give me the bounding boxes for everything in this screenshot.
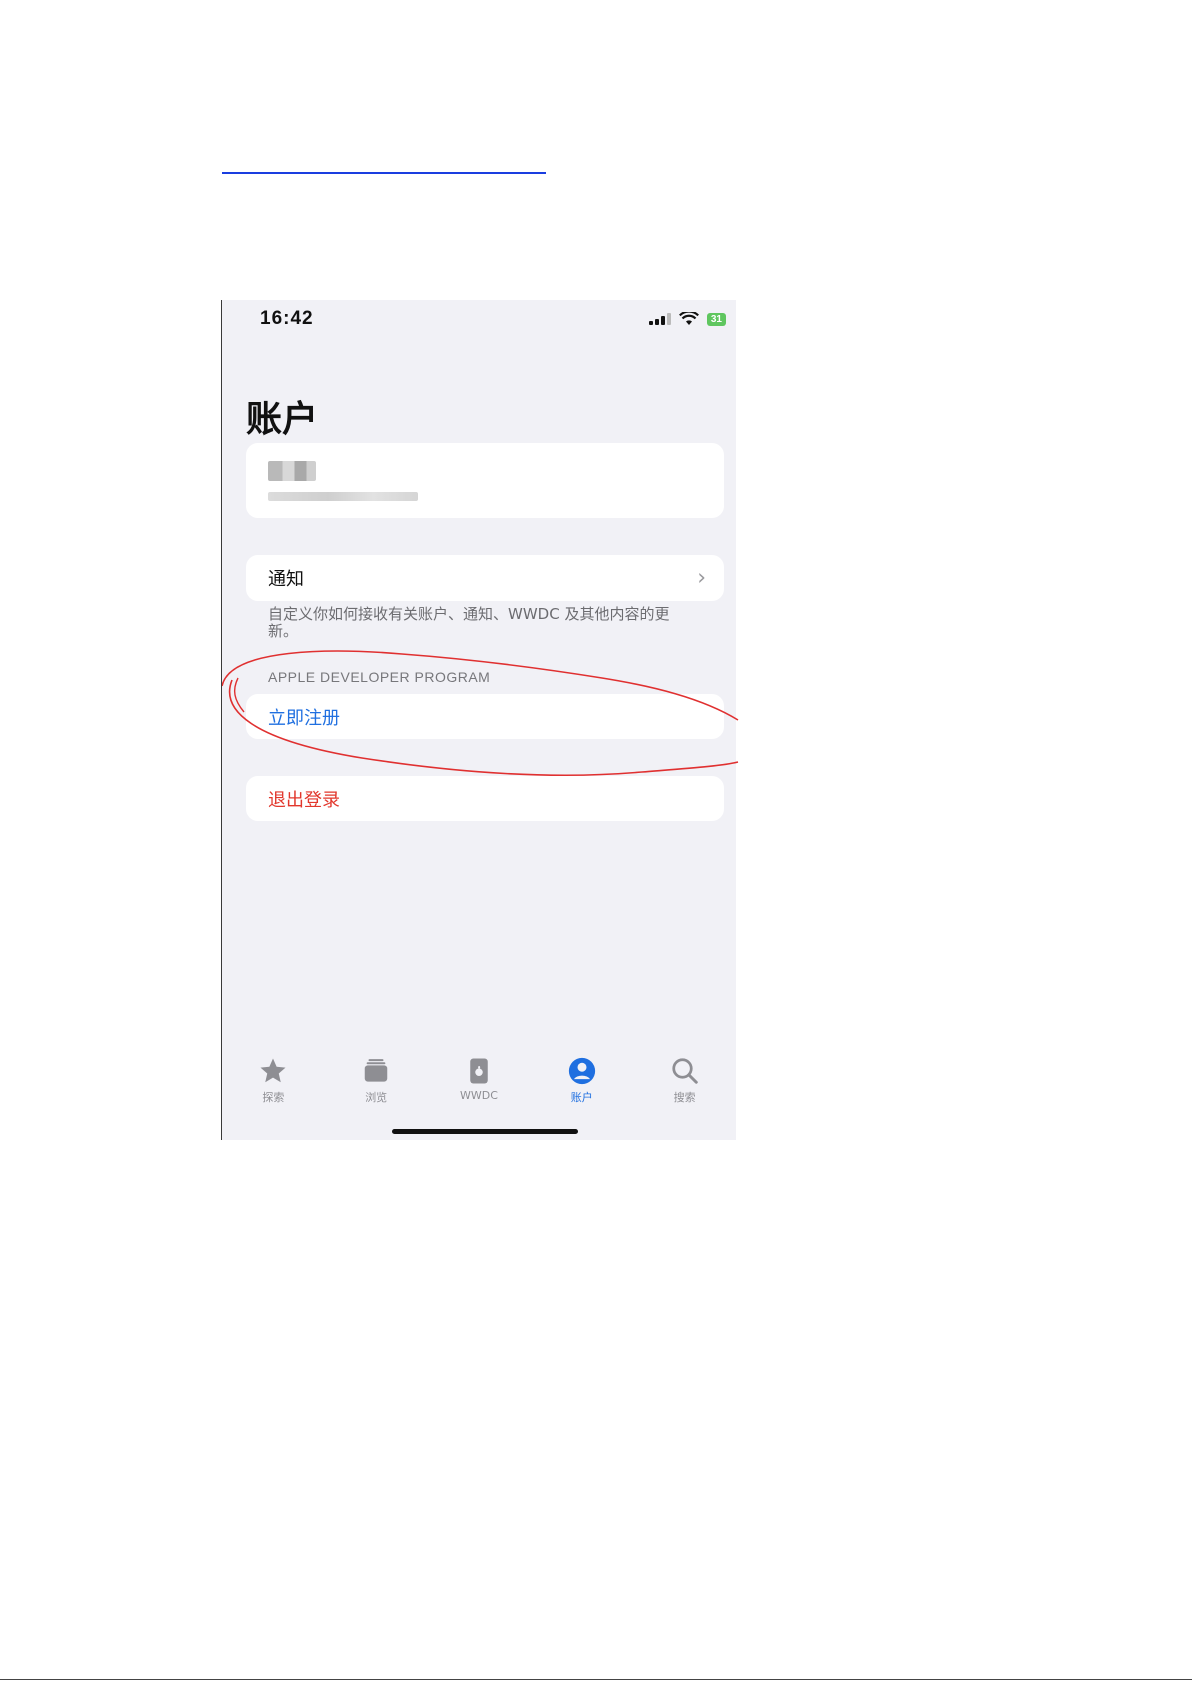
blurred-email — [268, 492, 418, 501]
wifi-icon — [678, 312, 699, 325]
tab-bar: 探索 浏览 WWDC 账户 搜索 — [222, 1055, 736, 1115]
tab-search[interactable]: 搜索 — [633, 1055, 736, 1115]
page-bottom-rule — [0, 1679, 1192, 1680]
tab-explore[interactable]: 探索 — [222, 1055, 325, 1115]
sign-out-label: 退出登录 — [268, 789, 340, 811]
profile-card[interactable] — [246, 443, 724, 518]
tab-label: 搜索 — [673, 1091, 696, 1104]
chevron-right-icon: › — [697, 565, 706, 591]
stack-icon — [359, 1055, 393, 1087]
sign-out-button[interactable]: 退出登录 — [246, 776, 724, 821]
tab-label: 浏览 — [365, 1091, 388, 1104]
search-icon — [669, 1055, 701, 1087]
wwdc-icon — [464, 1055, 494, 1087]
blurred-name — [268, 461, 316, 481]
person-icon — [566, 1055, 598, 1087]
signal-icon — [648, 313, 671, 325]
page-title: 账户 — [246, 399, 319, 440]
red-circle-annotation — [222, 650, 739, 776]
document-link-underline[interactable] — [222, 172, 546, 174]
status-time: 16:42 — [260, 308, 314, 329]
home-indicator — [392, 1129, 578, 1134]
star-icon — [256, 1055, 290, 1087]
tab-account[interactable]: 账户 — [530, 1055, 633, 1115]
battery-icon: 31 — [706, 312, 726, 326]
tab-label: WWDC — [460, 1089, 498, 1102]
tab-browse[interactable]: 浏览 — [325, 1055, 428, 1115]
notifications-row[interactable]: 通知 › — [246, 555, 724, 601]
status-icons: 31 — [648, 312, 726, 326]
notifications-footer: 自定义你如何接收有关账户、通知、WWDC 及其他内容的更新。 — [268, 605, 670, 640]
tab-wwdc[interactable]: WWDC — [428, 1055, 531, 1115]
notifications-label: 通知 — [268, 569, 304, 590]
tab-label: 账户 — [570, 1091, 593, 1104]
tab-label: 探索 — [262, 1091, 285, 1104]
